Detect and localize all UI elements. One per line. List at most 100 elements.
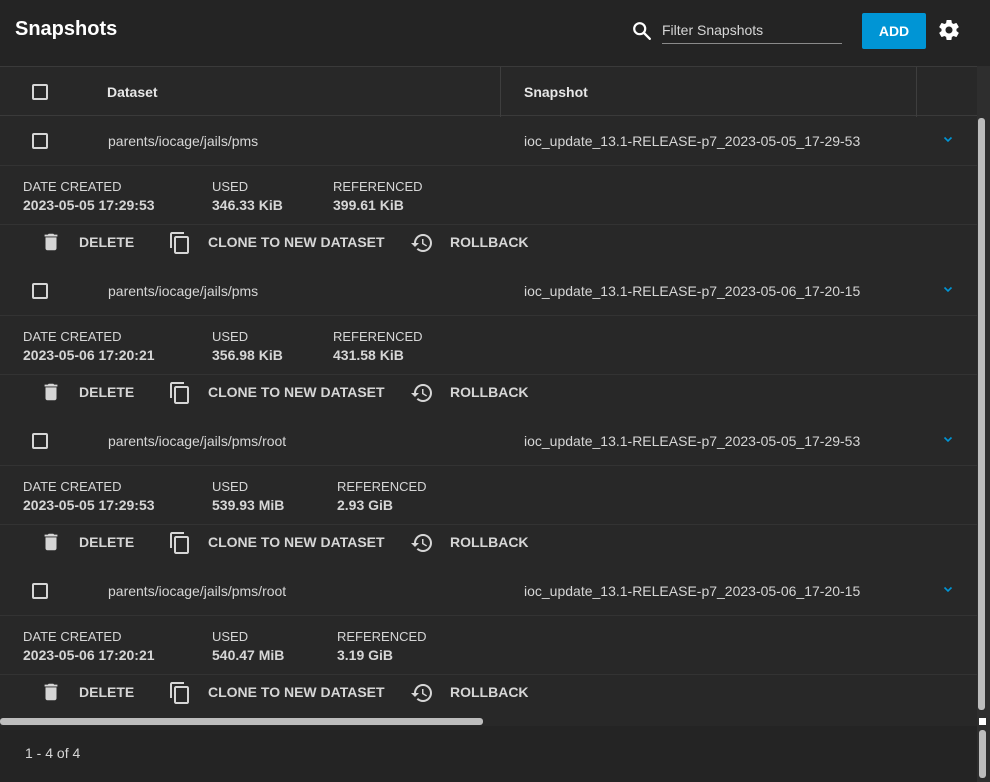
gear-icon[interactable] (937, 18, 961, 42)
history-icon (411, 384, 432, 402)
snapshot-actions: DELETE CLONE TO NEW DATASET ROLLBACK (0, 375, 977, 416)
rollback-button[interactable]: ROLLBACK (410, 375, 530, 409)
select-all-checkbox[interactable] (32, 84, 48, 100)
used-label: USED (212, 329, 249, 344)
snapshot-row[interactable]: parents/iocage/jails/pms ioc_update_13.1… (0, 116, 977, 166)
clone-to-new-dataset-button[interactable]: CLONE TO NEW DATASET (168, 225, 385, 259)
trash-icon (44, 383, 58, 401)
dataset-cell: parents/iocage/jails/pms/root (108, 433, 287, 449)
snapshot-cell: ioc_update_13.1-RELEASE-p7_2023-05-06_17… (524, 283, 861, 299)
vertical-scrollbar-thumb[interactable] (978, 118, 985, 710)
clone-to-new-dataset-button[interactable]: CLONE TO NEW DATASET (168, 675, 385, 709)
table-footer: 1 - 4 of 4 (0, 726, 990, 782)
paginator-range: 1 - 4 of 4 (25, 745, 81, 761)
date-created-label: DATE CREATED (23, 479, 122, 494)
snapshot-row[interactable]: parents/iocage/jails/pms/root ioc_update… (0, 566, 977, 616)
referenced-label: REFERENCED (337, 629, 427, 644)
dataset-cell: parents/iocage/jails/pms/root (108, 583, 287, 599)
trash-icon (44, 683, 58, 701)
clone-label: CLONE TO NEW DATASET (208, 384, 385, 400)
column-divider[interactable] (500, 67, 501, 117)
used-label: USED (212, 179, 249, 194)
clone-to-new-dataset-button[interactable]: CLONE TO NEW DATASET (168, 525, 385, 559)
table-row: parents/iocage/jails/pms ioc_update_13.1… (0, 116, 977, 266)
chevron-down-icon[interactable] (943, 286, 953, 293)
trash-icon (44, 533, 58, 551)
clone-to-new-dataset-button[interactable]: CLONE TO NEW DATASET (168, 375, 385, 409)
referenced-label: REFERENCED (337, 479, 427, 494)
rollback-label: ROLLBACK (450, 234, 529, 250)
history-icon (411, 684, 432, 702)
delete-button[interactable]: DELETE (40, 225, 140, 259)
chevron-down-icon[interactable] (943, 136, 953, 143)
used-value: 356.98 KiB (212, 347, 283, 363)
snapshot-actions: DELETE CLONE TO NEW DATASET ROLLBACK (0, 225, 977, 266)
rollback-label: ROLLBACK (450, 384, 529, 400)
delete-label: DELETE (79, 234, 135, 250)
delete-button[interactable]: DELETE (40, 675, 140, 709)
snapshot-row[interactable]: parents/iocage/jails/pms/root ioc_update… (0, 416, 977, 466)
chevron-down-icon[interactable] (943, 586, 953, 593)
snapshot-details: DATE CREATED 2023-05-05 17:29:53 USED 53… (0, 466, 977, 525)
scrollbar-corner (979, 718, 986, 725)
rollback-label: ROLLBACK (450, 684, 529, 700)
snapshot-actions: DELETE CLONE TO NEW DATASET ROLLBACK (0, 675, 977, 716)
table-row: parents/iocage/jails/pms/root ioc_update… (0, 566, 977, 716)
delete-button[interactable]: DELETE (40, 375, 140, 409)
snapshot-row[interactable]: parents/iocage/jails/pms ioc_update_13.1… (0, 266, 977, 316)
date-created-label: DATE CREATED (23, 179, 122, 194)
date-created-value: 2023-05-05 17:29:53 (23, 497, 155, 513)
row-checkbox[interactable] (32, 583, 48, 599)
snapshot-cell: ioc_update_13.1-RELEASE-p7_2023-05-06_17… (524, 583, 861, 599)
horizontal-scrollbar-thumb[interactable] (0, 718, 483, 725)
date-created-value: 2023-05-05 17:29:53 (23, 197, 155, 213)
used-value: 539.93 MiB (212, 497, 285, 513)
referenced-value: 399.61 KiB (333, 197, 404, 213)
column-divider[interactable] (916, 67, 917, 117)
date-created-value: 2023-05-06 17:20:21 (23, 647, 155, 663)
add-button[interactable]: ADD (862, 13, 926, 49)
page-header: Snapshots ADD (0, 0, 990, 66)
row-checkbox[interactable] (32, 433, 48, 449)
used-label: USED (212, 629, 249, 644)
referenced-label: REFERENCED (333, 179, 423, 194)
table-row: parents/iocage/jails/pms ioc_update_13.1… (0, 266, 977, 416)
dataset-cell: parents/iocage/jails/pms (108, 283, 259, 299)
referenced-value: 3.19 GiB (337, 647, 394, 663)
search-input[interactable] (662, 17, 842, 44)
search-icon[interactable] (631, 20, 653, 42)
clone-icon (170, 382, 189, 404)
referenced-value: 431.58 KiB (333, 347, 404, 363)
rollback-button[interactable]: ROLLBACK (410, 525, 530, 559)
table-row: parents/iocage/jails/pms/root ioc_update… (0, 416, 977, 566)
chevron-down-icon[interactable] (943, 436, 953, 443)
date-created-value: 2023-05-06 17:20:21 (23, 347, 155, 363)
row-checkbox[interactable] (32, 133, 48, 149)
clone-label: CLONE TO NEW DATASET (208, 684, 385, 700)
snapshot-details: DATE CREATED 2023-05-06 17:20:21 USED 54… (0, 616, 977, 675)
column-header-snapshot[interactable]: Snapshot (524, 84, 588, 100)
delete-label: DELETE (79, 684, 135, 700)
dataset-cell: parents/iocage/jails/pms (108, 133, 259, 149)
footer-scrollbar-thumb[interactable] (979, 730, 986, 778)
clone-icon (170, 682, 189, 704)
row-checkbox[interactable] (32, 283, 48, 299)
clone-icon (170, 532, 189, 554)
history-icon (411, 234, 432, 252)
column-header-dataset[interactable]: Dataset (107, 84, 158, 100)
referenced-label: REFERENCED (333, 329, 423, 344)
table-header: Dataset Snapshot (0, 66, 977, 117)
delete-button[interactable]: DELETE (40, 525, 140, 559)
snapshot-actions: DELETE CLONE TO NEW DATASET ROLLBACK (0, 525, 977, 566)
history-icon (411, 534, 432, 552)
clone-label: CLONE TO NEW DATASET (208, 234, 385, 250)
rollback-button[interactable]: ROLLBACK (410, 675, 530, 709)
date-created-label: DATE CREATED (23, 629, 122, 644)
used-value: 540.47 MiB (212, 647, 285, 663)
used-value: 346.33 KiB (212, 197, 283, 213)
delete-label: DELETE (79, 384, 135, 400)
rollback-label: ROLLBACK (450, 534, 529, 550)
date-created-label: DATE CREATED (23, 329, 122, 344)
clone-label: CLONE TO NEW DATASET (208, 534, 385, 550)
rollback-button[interactable]: ROLLBACK (410, 225, 530, 259)
